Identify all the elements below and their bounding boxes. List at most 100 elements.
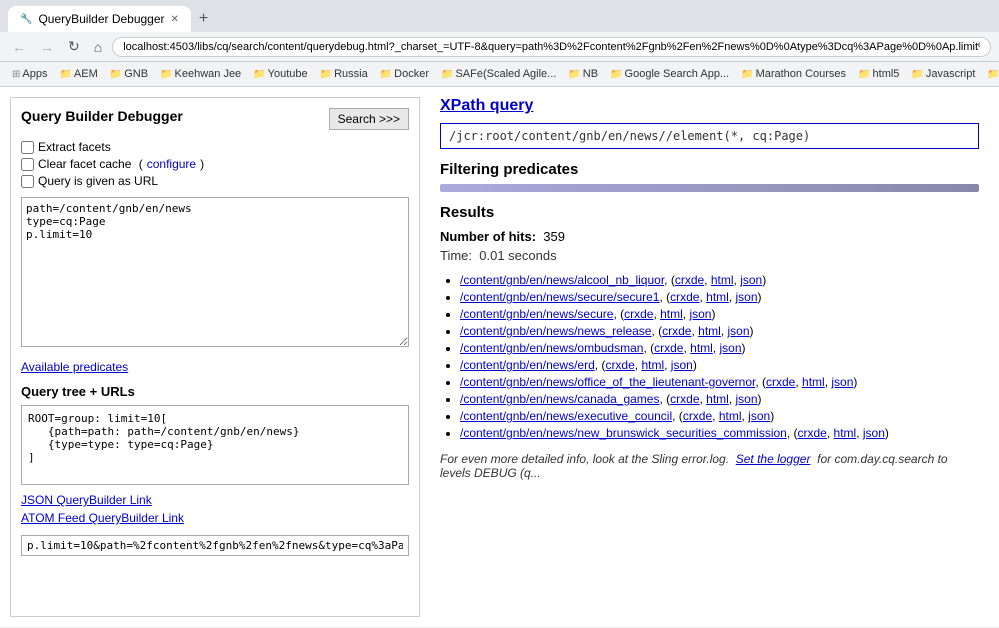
list-item: /content/gnb/en/news/alcool_nb_liquor, (… [460,273,979,287]
result-path-link[interactable]: /content/gnb/en/news/canada_games [460,392,659,406]
url-checkbox[interactable] [21,175,34,188]
result-crxde-link[interactable]: crxde [683,409,712,423]
clear-facet-row: Clear facet cache (configure) [21,157,409,171]
result-crxde-link[interactable]: crxde [798,426,827,440]
filtering-title: Filtering predicates [440,161,979,178]
result-html-link[interactable]: html [834,426,857,440]
right-panel: XPath query /jcr:root/content/gnb/en/new… [430,97,989,617]
result-crxde-link[interactable]: crxde [662,324,691,338]
url-label: Query is given as URL [38,174,158,188]
result-path-link[interactable]: /content/gnb/en/news/erd [460,358,595,372]
bookmark-safe[interactable]: 📁 SAFe(Scaled Agile... [437,66,560,82]
extract-facets-checkbox[interactable] [21,141,34,154]
back-button[interactable]: ← [8,37,30,57]
folder-icon-5: 📁 [320,69,332,80]
tab-favicon: 🔧 [20,14,32,25]
result-html-link[interactable]: html [690,341,713,355]
footer-label: For even more detailed info, look at the… [440,452,729,466]
result-html-link[interactable]: html [641,358,664,372]
folder-icon-13: 📁 [987,69,999,80]
address-bar[interactable] [112,37,991,57]
folder-icon-4: 📁 [253,69,265,80]
url-input[interactable] [21,535,409,556]
list-item: /content/gnb/en/news/ombudsman, (crxde, … [460,341,979,355]
configure-link[interactable]: configure [147,157,196,171]
bookmark-html5[interactable]: 📁 html5 [854,66,903,82]
tab-title: QueryBuilder Debugger [38,12,164,26]
result-path-link[interactable]: /content/gnb/en/news/news_release [460,324,651,338]
available-predicates-link[interactable]: Available predicates [21,360,128,374]
panel-title: Query Builder Debugger [21,108,183,124]
query-tree-text: ROOT=group: limit=10[ {path=path: path=/… [28,412,402,464]
result-html-link[interactable]: html [706,392,729,406]
active-tab[interactable]: 🔧 QueryBuilder Debugger ✕ [8,6,191,32]
bookmark-korean[interactable]: 📁 표이 [983,64,999,84]
bookmark-apps[interactable]: ⊞ Apps [8,66,51,82]
result-path-link[interactable]: /content/gnb/en/news/alcool_nb_liquor [460,273,664,287]
result-crxde-link[interactable]: crxde [624,307,653,321]
result-json-link[interactable]: json [689,307,711,321]
bookmark-nb[interactable]: 📁 NB [564,66,602,82]
bookmark-docker[interactable]: 📁 Docker [376,66,433,82]
bookmark-aem[interactable]: 📁 AEM [55,66,101,82]
forward-button[interactable]: → [36,37,58,57]
new-tab-button[interactable]: + [191,6,216,32]
result-json-link[interactable]: json [728,324,750,338]
result-html-link[interactable]: html [706,290,729,304]
folder-icon-6: 📁 [380,69,392,80]
folder-icon: 📁 [59,69,71,80]
result-json-link[interactable]: json [740,273,762,287]
reload-button[interactable]: ↻ [64,36,84,57]
bookmark-keehwan[interactable]: 📁 Keehwan Jee [156,66,245,82]
result-html-link[interactable]: html [711,273,734,287]
result-html-link[interactable]: html [802,375,825,389]
list-item: /content/gnb/en/news/erd, (crxde, html, … [460,358,979,372]
result-path-link[interactable]: /content/gnb/en/news/executive_council [460,409,672,423]
result-json-link[interactable]: json [863,426,885,440]
result-path-link[interactable]: /content/gnb/en/news/secure/secure1 [460,290,659,304]
xpath-query-title[interactable]: XPath query [440,97,979,115]
result-json-link[interactable]: json [736,392,758,406]
footer-italic: For even more detailed info, look at the… [440,452,948,480]
bookmark-russia[interactable]: 📁 Russia [316,66,372,82]
url-checkbox-row: Query is given as URL [21,174,409,188]
folder-icon-8: 📁 [568,69,580,80]
tab-close-button[interactable]: ✕ [171,14,179,25]
folder-icon-9: 📁 [610,69,622,80]
result-crxde-link[interactable]: crxde [605,358,634,372]
atom-link[interactable]: ATOM Feed QueryBuilder Link [21,511,184,525]
query-textarea[interactable]: path=/content/gnb/en/news type=cq:Page p… [21,197,409,347]
set-logger-link[interactable]: Set the logger [736,452,811,466]
result-json-link[interactable]: json [736,290,758,304]
result-crxde-link[interactable]: crxde [670,290,699,304]
filter-bar [440,184,979,192]
json-link[interactable]: JSON QueryBuilder Link [21,493,152,507]
result-path-link[interactable]: /content/gnb/en/news/secure [460,307,613,321]
result-path-link[interactable]: /content/gnb/en/news/office_of_the_lieut… [460,375,755,389]
result-crxde-link[interactable]: crxde [654,341,683,355]
bookmark-gnb[interactable]: 📁 GNB [106,66,152,82]
home-button[interactable]: ⌂ [90,37,106,57]
result-html-link[interactable]: html [719,409,742,423]
bookmark-google[interactable]: 📁 Google Search App... [606,66,733,82]
extract-facets-label: Extract facets [38,140,111,154]
result-json-link[interactable]: json [671,358,693,372]
result-path-link[interactable]: /content/gnb/en/news/ombudsman [460,341,643,355]
bookmark-marathon[interactable]: 📁 Marathon Courses [737,66,850,82]
clear-facet-checkbox[interactable] [21,158,34,171]
result-path-link[interactable]: /content/gnb/en/news/new_brunswick_secur… [460,426,787,440]
result-json-link[interactable]: json [748,409,770,423]
result-crxde-link[interactable]: crxde [675,273,704,287]
bookmark-youtube[interactable]: 📁 Youtube [249,66,311,82]
result-html-link[interactable]: html [698,324,721,338]
search-button[interactable]: Search >>> [329,108,409,130]
result-json-link[interactable]: json [719,341,741,355]
result-html-link[interactable]: html [660,307,683,321]
list-item: /content/gnb/en/news/secure/secure1, (cr… [460,290,979,304]
result-crxde-link[interactable]: crxde [766,375,795,389]
list-item: /content/gnb/en/news/executive_council, … [460,409,979,423]
list-item: /content/gnb/en/news/office_of_the_lieut… [460,375,979,389]
result-json-link[interactable]: json [831,375,853,389]
result-crxde-link[interactable]: crxde [670,392,699,406]
bookmark-javascript[interactable]: 📁 Javascript [907,66,979,82]
